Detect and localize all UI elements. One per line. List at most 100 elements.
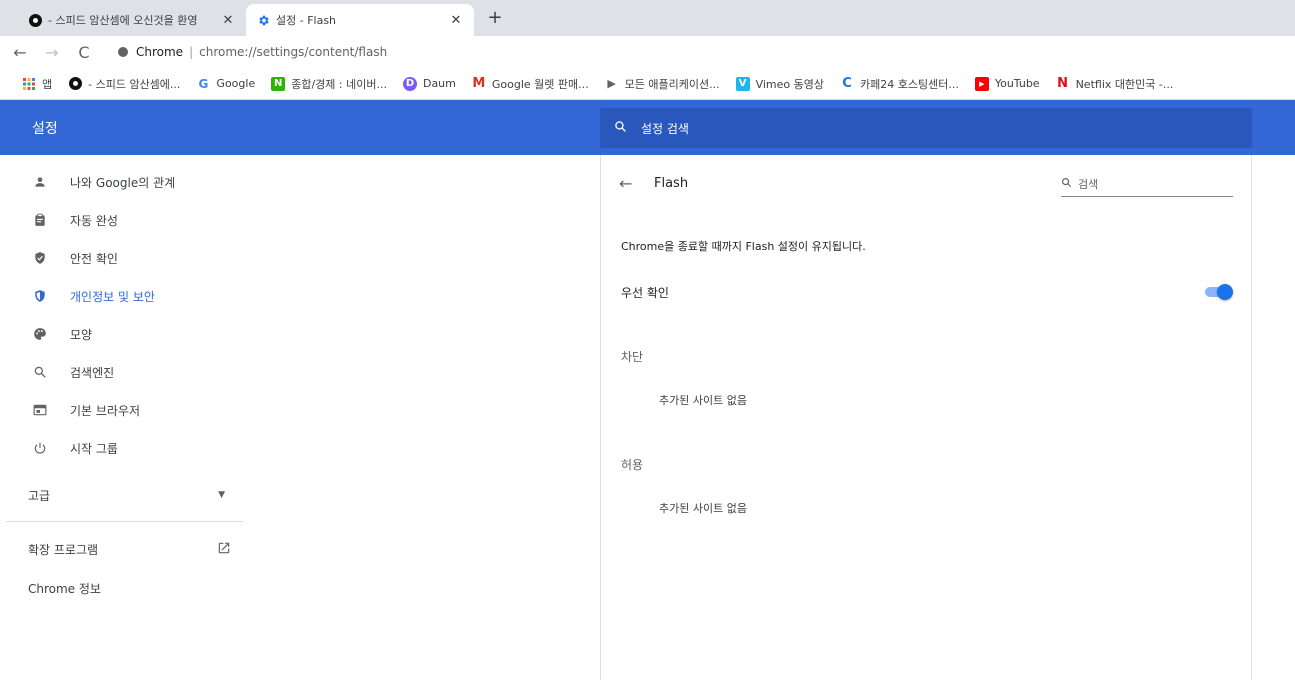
search-icon bbox=[614, 120, 627, 136]
bookmark-label: Daum bbox=[422, 77, 456, 90]
ask-first-toggle[interactable] bbox=[1203, 284, 1233, 300]
bookmark-label: Google 월렛 판매... bbox=[491, 77, 589, 91]
search-placeholder: 설정 검색 bbox=[641, 121, 689, 136]
bookmark-vimeo[interactable]: V Vimeo 동영상 bbox=[735, 76, 824, 92]
clipboard-icon bbox=[32, 212, 48, 228]
sidebar-item-search-engine[interactable]: 검색엔진 bbox=[0, 353, 260, 391]
page-title: 설정 bbox=[32, 121, 58, 137]
bookmark-gmail[interactable]: M Google 월렛 판매... bbox=[472, 76, 589, 92]
bookmark-play[interactable]: ▶ 모든 애플리케이션... bbox=[605, 76, 719, 92]
sidebar-item-label: 모양 bbox=[70, 327, 93, 342]
bookmark-netflix[interactable]: N Netflix 대한민국 -... bbox=[1056, 76, 1174, 92]
cafe24-icon: C bbox=[842, 76, 852, 91]
daum-icon: D bbox=[402, 76, 417, 91]
gmail-icon: M bbox=[472, 76, 486, 91]
settings-header: 설정 설정 검색 bbox=[0, 100, 1295, 155]
sidebar-item-safety-check[interactable]: 안전 확인 bbox=[0, 239, 260, 277]
sidebar-item-about-chrome[interactable]: Chrome 정보 bbox=[28, 572, 243, 604]
bookmark-daum[interactable]: D Daum bbox=[402, 76, 456, 91]
sidebar-item-google-relationship[interactable]: 나와 Google의 관계 bbox=[0, 163, 260, 201]
subpage-search-input[interactable]: 검색 bbox=[1061, 171, 1233, 197]
bookmark-apps[interactable]: 앱 bbox=[22, 76, 52, 92]
toggle-knob bbox=[1217, 284, 1233, 300]
sidebar-item-extensions[interactable]: 확장 프로그램 bbox=[28, 533, 243, 565]
bookmark-label: 앱 bbox=[42, 77, 53, 91]
bookmark-label: - 스피드 암산셈에... bbox=[88, 77, 181, 91]
ask-first-row: 우선 확인 bbox=[621, 280, 1233, 304]
divider bbox=[6, 521, 243, 522]
flash-description: Chrome을 종료할 때까지 Flash 설정이 유지됩니다. bbox=[621, 240, 866, 253]
divider: | bbox=[189, 45, 194, 59]
search-icon bbox=[1061, 177, 1072, 191]
person-icon bbox=[32, 174, 48, 190]
reload-button[interactable]: C bbox=[72, 43, 96, 62]
bookmark-google[interactable]: G Google bbox=[196, 77, 255, 91]
browser-icon bbox=[32, 402, 48, 418]
bookmark-label: Google bbox=[216, 77, 256, 90]
sidebar-item-autofill[interactable]: 자동 완성 bbox=[0, 201, 260, 239]
tab-settings-flash[interactable]: 설정 - Flash ✕ bbox=[246, 4, 474, 36]
circle-icon bbox=[68, 77, 82, 91]
bookmark-speed-math[interactable]: - 스피드 암산셈에... bbox=[68, 76, 180, 92]
palette-icon bbox=[32, 326, 48, 342]
sidebar-item-privacy-security[interactable]: 개인정보 및 보안 bbox=[0, 277, 260, 315]
tab-strip: - 스피드 암산셈에 오신것을 환영 ✕ 설정 - Flash ✕ + bbox=[0, 0, 1295, 36]
url-text: chrome://settings/content/flash bbox=[199, 45, 388, 59]
search-icon bbox=[32, 364, 48, 380]
back-arrow-icon[interactable]: ← bbox=[619, 174, 632, 193]
sidebar-item-label: 기본 브라우저 bbox=[70, 403, 141, 418]
allow-empty-text: 추가된 사이트 없음 bbox=[659, 502, 747, 515]
sidebar-item-label: 개인정보 및 보안 bbox=[70, 289, 155, 304]
gear-icon bbox=[256, 13, 270, 27]
bookmark-label: YouTube bbox=[994, 77, 1040, 90]
bookmark-cafe24[interactable]: C 카페24 호스팅센터... bbox=[840, 76, 959, 92]
flash-settings-card: ← Flash 검색 Chrome을 종료할 때까지 Flash 설정이 유지됩… bbox=[600, 155, 1252, 680]
block-section-heading: 차단 bbox=[621, 350, 644, 364]
sidebar-item-label: 시작 그룹 bbox=[70, 441, 118, 456]
sidebar-item-label: 자동 완성 bbox=[70, 213, 118, 228]
sidebar-item-label: 검색엔진 bbox=[70, 365, 115, 380]
block-empty-text: 추가된 사이트 없음 bbox=[659, 394, 747, 407]
naver-icon: N bbox=[271, 76, 286, 91]
apps-grid-icon bbox=[22, 77, 36, 91]
sidebar-item-label: Chrome 정보 bbox=[28, 581, 101, 596]
sidebar-item-label: 나와 Google의 관계 bbox=[70, 175, 176, 190]
power-icon bbox=[32, 440, 48, 456]
address-bar[interactable]: Chrome | chrome://settings/content/flash bbox=[118, 40, 387, 64]
new-tab-button[interactable]: + bbox=[484, 7, 506, 29]
sidebar-item-appearance[interactable]: 모양 bbox=[0, 315, 260, 353]
sidebar-item-label: 안전 확인 bbox=[70, 251, 118, 266]
search-placeholder: 검색 bbox=[1078, 177, 1099, 191]
sidebar-item-on-startup[interactable]: 시작 그룹 bbox=[0, 429, 260, 467]
bookmark-label: Netflix 대한민국 -... bbox=[1075, 77, 1174, 91]
tab-title: - 스피드 암산셈에 오신것을 환영 bbox=[48, 14, 198, 27]
browser-toolbar: ← → C Chrome | chrome://settings/content… bbox=[0, 36, 1295, 68]
close-icon[interactable]: ✕ bbox=[448, 13, 464, 28]
vimeo-icon: V bbox=[735, 76, 750, 91]
youtube-icon: ▶ bbox=[974, 76, 989, 91]
sidebar-advanced-toggle[interactable]: 고급 ▼ bbox=[0, 477, 243, 513]
settings-search-input[interactable]: 설정 검색 bbox=[600, 108, 1252, 148]
settings-sidebar: 나와 Google의 관계 자동 완성 안전 확인 개인정보 및 보안 모양 검… bbox=[0, 155, 260, 680]
bookmark-label: 카페24 호스팅센터... bbox=[860, 77, 959, 91]
tab-title: 설정 - Flash bbox=[276, 14, 337, 27]
back-button[interactable]: ← bbox=[8, 43, 32, 62]
ask-first-label: 우선 확인 bbox=[621, 285, 669, 300]
bookmark-youtube[interactable]: ▶ YouTube bbox=[974, 76, 1040, 91]
forward-button[interactable]: → bbox=[40, 43, 64, 62]
site-label: Chrome bbox=[136, 45, 184, 59]
bookmark-naver[interactable]: N 종합/경제 : 네이버... bbox=[271, 76, 387, 92]
subpage-header: ← Flash 검색 bbox=[601, 165, 1253, 201]
play-icon: ▶ bbox=[607, 77, 616, 90]
close-icon[interactable]: ✕ bbox=[220, 13, 236, 28]
sidebar-item-default-browser[interactable]: 기본 브라우저 bbox=[0, 391, 260, 429]
circle-icon bbox=[28, 13, 42, 27]
caret-down-icon: ▼ bbox=[218, 490, 225, 500]
subpage-title: Flash bbox=[654, 175, 689, 191]
google-icon: G bbox=[198, 76, 209, 91]
tab-speed-math[interactable]: - 스피드 암산셈에 오신것을 환영 ✕ bbox=[18, 4, 246, 36]
security-shield-icon bbox=[32, 288, 48, 304]
allow-section-heading: 허용 bbox=[621, 458, 644, 472]
chrome-site-icon bbox=[118, 47, 128, 57]
sidebar-item-label: 확장 프로그램 bbox=[28, 542, 99, 557]
